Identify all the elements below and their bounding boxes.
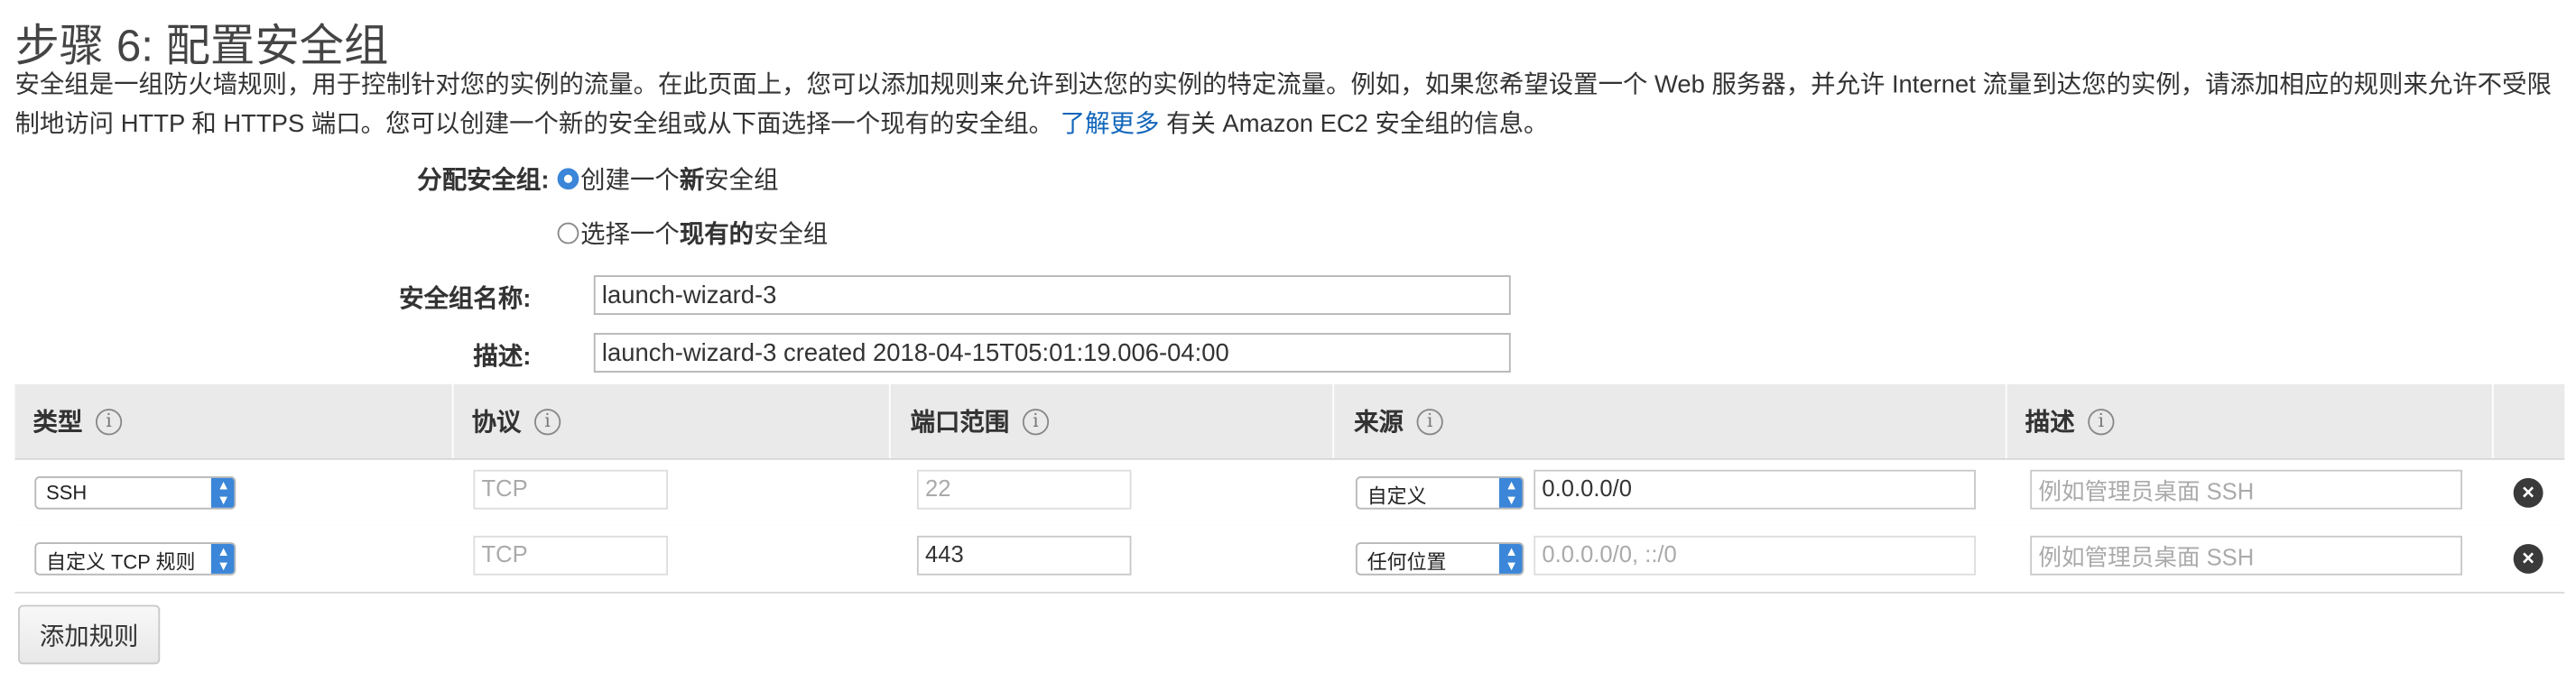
table-row: 自定义 TCP 规则 ▲ ▼ TCP 443 任何位置 ▲ ▼ 0.0.0.0/0,…: [14, 525, 2565, 594]
info-icon[interactable]: i: [1022, 408, 1050, 435]
delete-rule-icon[interactable]: ×: [2513, 477, 2544, 508]
select-arrows-icon: ▲ ▼: [1498, 543, 1523, 574]
radio-label-suffix: 安全组: [704, 166, 779, 195]
header-source: 来源 i: [1336, 384, 2006, 458]
header-description-label: 描述: [2025, 409, 2075, 438]
header-port-range-label: 端口范围: [910, 409, 1010, 438]
assign-security-group-label: 分配安全组:: [417, 166, 550, 195]
security-group-description-input[interactable]: [593, 333, 1511, 373]
port-range-input: 22: [916, 469, 1132, 510]
header-protocol: 协议 i: [453, 384, 888, 458]
info-icon[interactable]: i: [96, 408, 123, 435]
protocol-input: TCP: [473, 535, 669, 576]
header-protocol-label: 协议: [471, 409, 522, 438]
source-select[interactable]: 任何位置 ▲ ▼: [1355, 542, 1524, 576]
security-group-name-label: 安全组名称:: [399, 285, 532, 314]
source-select-value: 自定义: [1367, 484, 1427, 508]
configure-security-group-page: 步骤 6: 配置安全组 安全组是一组防火墙规则，用于控制针对您的实例的流量。在此…: [0, 0, 2576, 672]
type-select[interactable]: SSH ▲ ▼: [34, 476, 236, 510]
rule-description-input[interactable]: 例如管理员桌面 SSH: [2030, 469, 2463, 510]
radio-label-prefix: 选择一个: [580, 220, 680, 249]
header-divider: [1332, 383, 1335, 458]
header-description: 描述 i: [2007, 384, 2492, 458]
type-select-value: 自定义 TCP 规则: [46, 550, 196, 574]
source-cidr-input[interactable]: 0.0.0.0/0: [1534, 469, 1976, 510]
security-group-name-input[interactable]: [593, 275, 1511, 315]
source-select[interactable]: 自定义 ▲ ▼: [1355, 476, 1524, 510]
info-icon[interactable]: i: [534, 408, 561, 435]
header-type: 类型 i: [14, 384, 451, 458]
header-type-label: 类型: [32, 409, 83, 438]
radio-select-existing-group[interactable]: 选择一个 现有的 安全组: [557, 216, 829, 250]
radio-label-bold: 新: [679, 166, 705, 195]
source-select-value: 任何位置: [1367, 550, 1447, 574]
header-source-label: 来源: [1354, 409, 1404, 438]
radio-label-bold: 现有的: [679, 220, 755, 249]
radio-button-selected[interactable]: [557, 168, 579, 190]
select-arrows-icon: ▲ ▼: [210, 477, 235, 508]
page-description: 安全组是一组防火墙规则，用于控制针对您的实例的流量。在此页面上，您可以添加规则来…: [14, 66, 2554, 145]
header-port-range: 端口范围 i: [893, 384, 1333, 458]
rule-description-input[interactable]: 例如管理员桌面 SSH: [2030, 535, 2463, 576]
radio-create-new-group[interactable]: 创建一个新安全组: [557, 161, 779, 196]
port-range-input[interactable]: 443: [916, 535, 1132, 576]
protocol-input: TCP: [473, 469, 669, 510]
add-rule-button[interactable]: 添加规则: [18, 604, 161, 665]
type-select[interactable]: 自定义 TCP 规则 ▲ ▼: [34, 542, 236, 576]
page-title: 步骤 6: 配置安全组: [14, 21, 389, 71]
radio-button-unselected[interactable]: [557, 222, 579, 244]
source-cidr-input: 0.0.0.0/0, ::/0: [1534, 535, 1976, 576]
select-arrows-icon: ▲ ▼: [1498, 477, 1523, 508]
description-tail: 有关 Amazon EC2 安全组的信息。: [1166, 110, 1549, 139]
select-arrows-icon: ▲ ▼: [210, 543, 235, 574]
rules-table-header: 类型 i 协议 i 端口范围 i 来源 i 描述 i: [14, 383, 2565, 460]
delete-rule-icon[interactable]: ×: [2513, 543, 2544, 574]
learn-more-link[interactable]: 了解更多: [1061, 110, 1160, 138]
security-group-description-label: 描述:: [473, 343, 532, 372]
type-select-value: SSH: [46, 481, 88, 505]
radio-label-prefix: 创建一个: [580, 166, 680, 195]
info-icon[interactable]: i: [1416, 408, 1443, 435]
header-divider: [888, 383, 891, 458]
header-divider: [2491, 383, 2494, 458]
radio-label-suffix: 安全组: [754, 220, 829, 249]
info-icon[interactable]: i: [2088, 408, 2115, 435]
table-row: SSH ▲ ▼ TCP 22 自定义 ▲ ▼ 0.0.0.0/0 例如管理员桌面 S…: [14, 459, 2565, 528]
